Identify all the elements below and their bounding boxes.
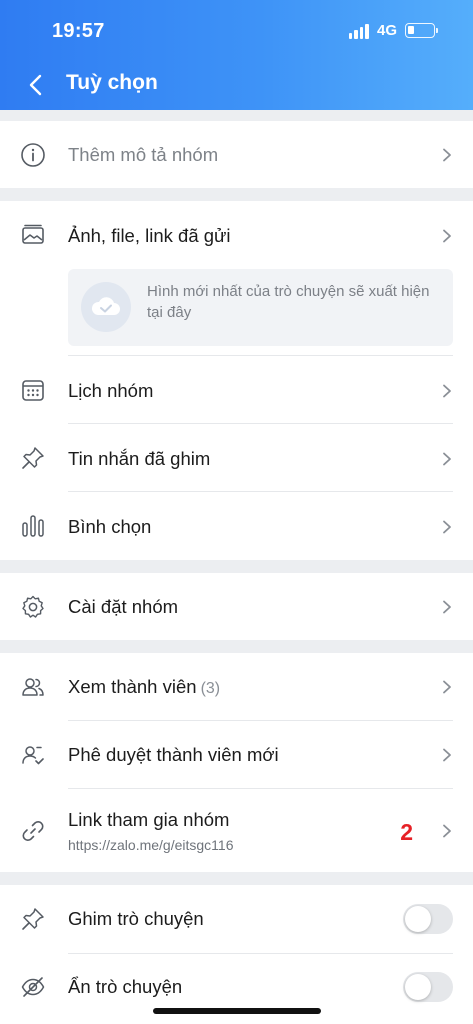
annotation-number: 2: [400, 819, 413, 845]
row-pinned-messages[interactable]: Tin nhắn đã ghim: [0, 424, 473, 491]
pin-chat-toggle[interactable]: [403, 904, 453, 934]
row-join-link[interactable]: Link tham gia nhóm https://zalo.me/g/eit…: [0, 789, 473, 872]
row-media[interactable]: Ảnh, file, link đã gửi: [0, 201, 473, 267]
chevron-left-icon: [29, 74, 42, 96]
status-time: 19:57: [52, 20, 105, 42]
poll-label: Bình chọn: [68, 516, 152, 537]
page-title: Tuỳ chọn: [66, 71, 158, 94]
hide-chat-label: Ẩn trò chuyện: [68, 976, 183, 997]
approve-members-label: Phê duyệt thành viên mới: [68, 744, 279, 765]
chevron-right-icon: [441, 520, 453, 534]
row-approve-members[interactable]: Phê duyệt thành viên mới: [0, 721, 473, 788]
chevron-right-icon: [441, 452, 453, 466]
user-check-icon: [20, 742, 46, 768]
pin-chat-label: Ghim trò chuyện: [68, 908, 204, 929]
add-description-label: Thêm mô tả nhóm: [68, 144, 219, 165]
media-label: Ảnh, file, link đã gửi: [68, 225, 231, 246]
chevron-right-icon: [441, 229, 453, 243]
status-indicators: 4G: [348, 22, 438, 39]
row-group-calendar[interactable]: Lịch nhóm: [0, 356, 473, 423]
section-content: Ảnh, file, link đã gửi Hình mới nhất của…: [0, 201, 473, 560]
row-poll[interactable]: Bình chọn: [0, 492, 473, 560]
members-icon: [20, 674, 46, 700]
toggle-knob: [405, 974, 431, 1000]
image-gallery-icon: [20, 222, 46, 248]
calendar-icon: [20, 377, 46, 403]
row-group-settings[interactable]: Cài đặt nhóm: [0, 573, 473, 640]
section-description: Thêm mô tả nhóm: [0, 121, 473, 188]
view-members-text: Xem thành viên: [68, 676, 197, 697]
home-indicator: [153, 1008, 321, 1014]
section-chat-options: Ghim trò chuyện Ẩn trò chuyện: [0, 885, 473, 1024]
join-link-url[interactable]: https://zalo.me/g/eitsgc116: [68, 837, 234, 853]
chevron-right-icon: [441, 600, 453, 614]
row-pin-chat: Ghim trò chuyện: [0, 885, 473, 953]
chevron-right-icon: [441, 384, 453, 398]
link-icon: [20, 818, 46, 844]
eye-off-icon: [20, 974, 46, 1000]
chevron-right-icon: [441, 824, 453, 838]
section-members: Xem thành viên (3) Phê duyệt thành viên m…: [0, 653, 473, 872]
gear-icon: [20, 594, 46, 620]
toggle-knob: [405, 906, 431, 932]
media-preview-empty[interactable]: Hình mới nhất của trò chuyện sẽ xuất hiệ…: [68, 269, 453, 346]
chevron-right-icon: [441, 748, 453, 762]
chevron-right-icon: [441, 680, 453, 694]
info-icon: [20, 142, 46, 168]
cloud-check-icon: [81, 282, 131, 332]
member-count: (3): [200, 680, 221, 697]
app-header: 19:57 4G Tuỳ chọn: [0, 0, 473, 110]
hide-chat-toggle[interactable]: [403, 972, 453, 1002]
row-add-description[interactable]: Thêm mô tả nhóm: [0, 121, 473, 188]
media-empty-text: Hình mới nhất của trò chuyện sẽ xuất hiệ…: [147, 283, 430, 321]
pinned-label: Tin nhắn đã ghim: [68, 448, 211, 469]
section-settings: Cài đặt nhóm: [0, 573, 473, 640]
join-link-label: Link tham gia nhóm: [68, 809, 230, 830]
signal-icon: [348, 23, 369, 39]
pin-icon: [20, 445, 46, 471]
pin-icon: [20, 906, 46, 932]
battery-icon: [405, 23, 438, 38]
chevron-right-icon: [441, 148, 453, 162]
back-button[interactable]: [22, 70, 52, 100]
poll-chart-icon: [20, 513, 46, 539]
row-view-members[interactable]: Xem thành viên (3): [0, 653, 473, 720]
network-type: 4G: [376, 22, 397, 39]
calendar-label: Lịch nhóm: [68, 380, 154, 401]
view-members-label: Xem thành viên (3): [68, 676, 220, 698]
group-settings-label: Cài đặt nhóm: [68, 596, 179, 617]
